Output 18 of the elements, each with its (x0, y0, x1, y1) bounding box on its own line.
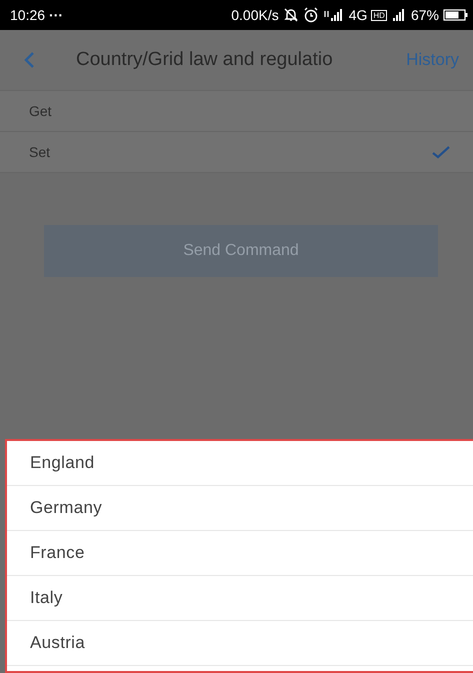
network-type: 4G (348, 7, 368, 23)
signal-icon (390, 7, 407, 23)
picker-item[interactable]: Austria (7, 621, 473, 666)
page-title: Country/Grid law and regulatio (76, 49, 333, 71)
hd-badge: HD (371, 10, 387, 20)
back-icon[interactable] (22, 50, 36, 70)
signal-icon (322, 7, 345, 23)
battery-percent: 67% (410, 7, 439, 23)
alarm-icon (302, 7, 319, 23)
network-speed: 0.00K/s (231, 7, 279, 23)
picker-item[interactable]: England (7, 441, 473, 486)
muted-bell-icon (282, 7, 299, 23)
picker-item[interactable]: Germany (7, 486, 473, 531)
picker-item[interactable]: France (7, 531, 473, 576)
picker-item[interactable]: Italy (7, 576, 473, 621)
more-indicator: ··· (49, 7, 64, 23)
battery-icon (443, 8, 469, 22)
clock: 10:26 (10, 7, 46, 23)
